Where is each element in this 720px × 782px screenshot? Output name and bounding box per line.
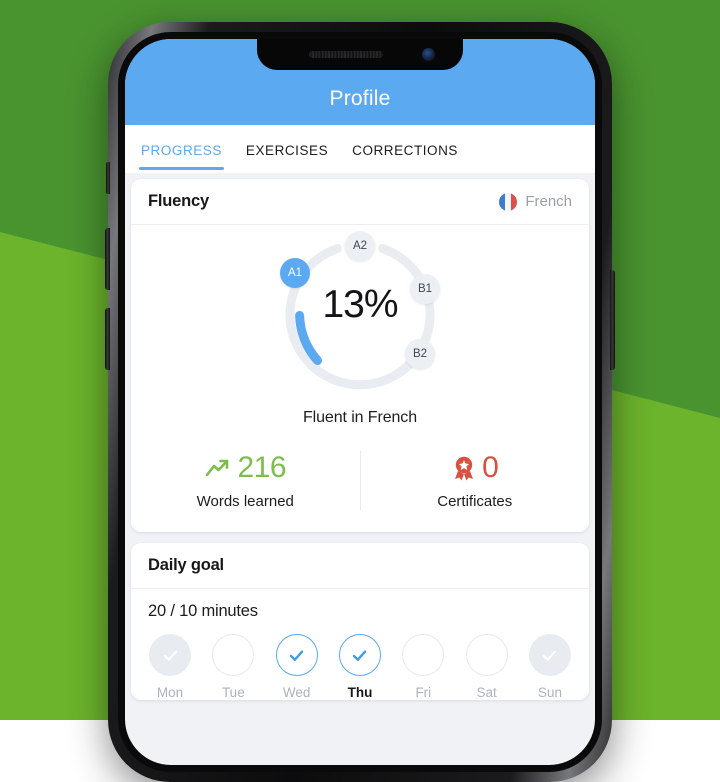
tab-bar: PROGRESS EXERCISES CORRECTIONS bbox=[125, 125, 595, 173]
fluency-card-header: Fluency French bbox=[131, 179, 589, 225]
volume-down-button[interactable] bbox=[105, 308, 110, 370]
check-icon bbox=[288, 647, 305, 664]
daily-goal-body: 20 / 10 minutes Mon T bbox=[131, 589, 589, 700]
stats-row: 216 Words learned 0 bbox=[131, 427, 589, 532]
day-circle-mon[interactable] bbox=[149, 634, 191, 676]
words-learned-label: Words learned bbox=[131, 493, 360, 510]
weekday-tracker: Mon Tue Wed bbox=[148, 634, 572, 700]
level-badge-b2[interactable]: B2 bbox=[405, 339, 435, 369]
stat-words-learned: 216 Words learned bbox=[131, 451, 360, 510]
words-learned-value: 216 bbox=[237, 451, 286, 485]
day-label-sun: Sun bbox=[528, 685, 572, 700]
day-circle-sun[interactable] bbox=[529, 634, 571, 676]
device-notch bbox=[257, 39, 463, 70]
language-selector[interactable]: French bbox=[499, 193, 572, 211]
level-badge-a1[interactable]: A1 bbox=[280, 258, 310, 288]
fluency-progress-ring: 13% A1 A2 B1 B2 bbox=[131, 233, 589, 403]
fluency-caption: Fluent in French bbox=[131, 403, 589, 427]
day-item-sat[interactable]: Sat bbox=[465, 634, 509, 700]
day-label-mon: Mon bbox=[148, 685, 192, 700]
trending-up-icon bbox=[204, 457, 232, 479]
day-label-sat: Sat bbox=[465, 685, 509, 700]
power-button[interactable] bbox=[610, 270, 615, 370]
award-medal-icon bbox=[451, 455, 477, 481]
day-circle-sat[interactable] bbox=[466, 634, 508, 676]
level-badge-b1[interactable]: B1 bbox=[410, 274, 440, 304]
mute-switch[interactable] bbox=[106, 162, 110, 194]
fluency-percent: 13% bbox=[131, 283, 589, 327]
fluency-card-title: Fluency bbox=[148, 192, 209, 211]
day-circle-thu[interactable] bbox=[339, 634, 381, 676]
day-item-sun[interactable]: Sun bbox=[528, 634, 572, 700]
certificates-value: 0 bbox=[482, 451, 498, 485]
day-label-thu: Thu bbox=[338, 685, 382, 700]
day-label-fri: Fri bbox=[401, 685, 445, 700]
tab-corrections[interactable]: CORRECTIONS bbox=[350, 129, 460, 170]
day-item-fri[interactable]: Fri bbox=[401, 634, 445, 700]
phone-device-frame: Profile PROGRESS EXERCISES CORRECTIONS F… bbox=[108, 22, 612, 782]
daily-goal-title: Daily goal bbox=[148, 556, 224, 575]
check-icon bbox=[162, 647, 179, 664]
day-item-thu[interactable]: Thu bbox=[338, 634, 382, 700]
check-icon bbox=[351, 647, 368, 664]
daily-goal-card-header: Daily goal bbox=[131, 543, 589, 589]
tab-progress[interactable]: PROGRESS bbox=[139, 129, 224, 170]
speaker-grille-icon bbox=[309, 51, 383, 58]
stat-certificates: 0 Certificates bbox=[360, 451, 590, 510]
certificates-label: Certificates bbox=[361, 493, 590, 510]
daily-goal-card: Daily goal 20 / 10 minutes Mon bbox=[131, 543, 589, 700]
language-label: French bbox=[525, 193, 572, 210]
day-label-tue: Tue bbox=[211, 685, 255, 700]
fluency-card: Fluency French 13% bbox=[131, 179, 589, 532]
french-flag-icon bbox=[499, 193, 517, 211]
page-title: Profile bbox=[330, 87, 391, 111]
day-item-tue[interactable]: Tue bbox=[211, 634, 255, 700]
daily-goal-minutes: 20 / 10 minutes bbox=[148, 602, 572, 621]
content-scroll-area[interactable]: Fluency French 13% bbox=[125, 173, 595, 700]
tab-exercises[interactable]: EXERCISES bbox=[244, 129, 330, 170]
day-circle-fri[interactable] bbox=[402, 634, 444, 676]
level-badge-a2[interactable]: A2 bbox=[345, 231, 375, 261]
day-item-wed[interactable]: Wed bbox=[275, 634, 319, 700]
day-label-wed: Wed bbox=[275, 685, 319, 700]
volume-up-button[interactable] bbox=[105, 228, 110, 290]
front-camera-icon bbox=[422, 48, 435, 61]
check-icon bbox=[541, 647, 558, 664]
day-item-mon[interactable]: Mon bbox=[148, 634, 192, 700]
day-circle-tue[interactable] bbox=[212, 634, 254, 676]
day-circle-wed[interactable] bbox=[276, 634, 318, 676]
phone-screen: Profile PROGRESS EXERCISES CORRECTIONS F… bbox=[125, 39, 595, 765]
